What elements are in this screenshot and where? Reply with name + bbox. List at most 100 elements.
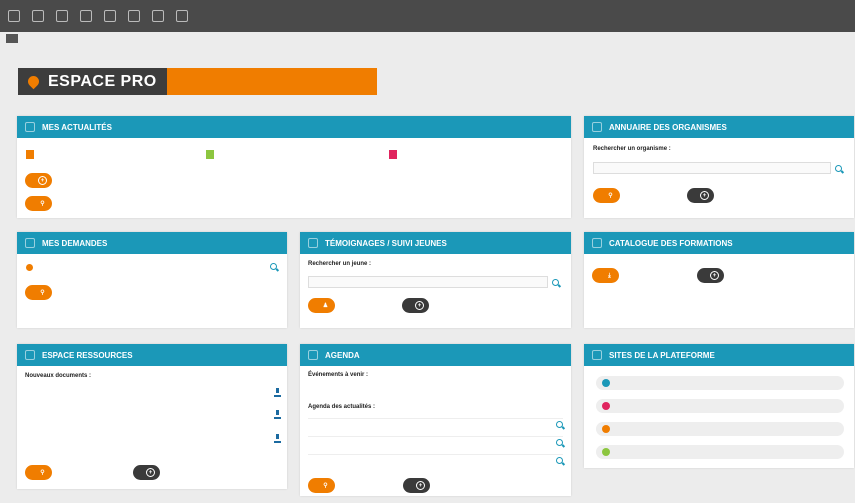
nav-item-4[interactable] [76, 0, 100, 32]
new-docs-heading: Nouveaux documents : [25, 373, 92, 379]
sites-header: SITES DE LA PLATEFORME [584, 344, 854, 366]
nav-item-8[interactable] [172, 0, 196, 32]
demande-status-icon [26, 264, 33, 271]
globe-icon [592, 350, 602, 360]
catalog-icon [592, 238, 602, 248]
actualites-card: MES ACTUALITÉS + ⚲ [17, 116, 571, 218]
status-badge-archivee [389, 150, 397, 159]
plus-icon: + [415, 301, 424, 310]
plus-icon: + [710, 271, 719, 280]
search-icon[interactable] [556, 457, 563, 464]
user-icon [176, 10, 188, 22]
folder-icon [25, 350, 35, 360]
all-actualites-button[interactable]: ⚲ [25, 196, 52, 211]
all-demandes-button[interactable]: ⚲ [25, 285, 52, 300]
add-doc-button[interactable]: + [133, 465, 160, 480]
demandes-card: MES DEMANDES ⚲ [17, 232, 287, 328]
card-title: MES DEMANDES [42, 238, 108, 248]
welcome-message [166, 68, 377, 95]
propose-formation-button[interactable]: + [697, 268, 724, 283]
depot-temoignage-button[interactable]: ♟ [308, 298, 335, 313]
site-link-guide[interactable] [596, 445, 844, 459]
search-icon: ⚲ [40, 469, 45, 476]
catalogue-header: CATALOGUE DES FORMATIONS [584, 232, 854, 254]
organisme-search-input[interactable] [593, 162, 831, 174]
agenda-news-item[interactable] [308, 418, 563, 429]
hero-banner: ESPACE PRO [18, 68, 377, 95]
search-icon[interactable] [556, 421, 563, 428]
espace-pro-logo: ESPACE PRO [18, 68, 167, 95]
book-open-icon [104, 10, 116, 22]
breadcrumb[interactable] [6, 34, 18, 43]
nav-item-2[interactable] [28, 0, 52, 32]
agenda-news-item[interactable] [308, 454, 563, 465]
folder-icon [56, 10, 68, 22]
site-icon [602, 425, 610, 433]
create-suivi-button[interactable]: + [402, 298, 429, 313]
search-icon: ⚲ [40, 200, 45, 207]
demandes-header: MES DEMANDES [17, 232, 287, 254]
search-icon: ⚲ [608, 192, 613, 199]
nav-item-3[interactable] [52, 0, 76, 32]
people-icon: ♟ [322, 302, 329, 309]
search-label: Rechercher un organisme : [593, 146, 671, 152]
top-navigation [0, 0, 855, 32]
news-label: Agenda des actualités : [308, 404, 376, 410]
news-icon [25, 122, 35, 132]
annuaire-card: ANNUAIRE DES ORGANISMES Rechercher un or… [584, 116, 854, 218]
ressources-card: ESPACE RESSOURCES Nouveaux documents : ⚲… [17, 344, 287, 489]
actualites-header: MES ACTUALITÉS [17, 116, 571, 138]
search-icon[interactable] [552, 279, 559, 286]
download-icon[interactable] [274, 410, 281, 419]
sites-card: SITES DE LA PLATEFORME [584, 344, 854, 468]
card-title: AGENDA [325, 350, 360, 360]
download-icon[interactable] [274, 434, 281, 443]
status-badge-brouillon [26, 150, 34, 159]
location-pin-icon [25, 73, 42, 90]
list-organismes-button[interactable]: ⚲ [593, 188, 620, 203]
search-icon: ⚲ [323, 482, 328, 489]
logo-text: ESPACE PRO [48, 72, 157, 90]
jeune-search-input[interactable] [308, 276, 548, 288]
add-actualite-button[interactable]: + [25, 173, 52, 188]
status-badge-en-ligne [206, 150, 214, 159]
card-title: ESPACE RESSOURCES [42, 350, 133, 360]
download-icon[interactable] [274, 388, 281, 397]
building-icon [592, 122, 602, 132]
add-event-button[interactable]: + [403, 478, 430, 493]
nav-item-6[interactable] [124, 0, 148, 32]
all-documents-button[interactable]: ⚲ [25, 465, 52, 480]
nav-item-1[interactable] [4, 0, 28, 32]
agenda-header: AGENDA [300, 344, 571, 366]
search-icon: ⚲ [40, 289, 45, 296]
grid-icon [8, 10, 20, 22]
site-icon [602, 379, 610, 387]
download-catalogue-button[interactable]: ⤓ [592, 268, 619, 283]
people-icon [80, 10, 92, 22]
agenda-news-item[interactable] [308, 436, 563, 447]
site-link-internet[interactable] [596, 376, 844, 390]
upcoming-label: Événements à venir : [308, 372, 369, 378]
site-link-partage[interactable] [596, 399, 844, 413]
book-icon [32, 10, 44, 22]
search-label: Rechercher un jeune : [308, 261, 372, 267]
search-icon[interactable] [270, 263, 277, 270]
plus-icon: + [146, 468, 155, 477]
plus-icon: + [700, 191, 709, 200]
agenda-access-button[interactable]: ⚲ [308, 478, 335, 493]
plus-icon: + [38, 176, 47, 185]
update-organisme-button[interactable]: + [687, 188, 714, 203]
site-icon [602, 402, 610, 410]
temoignages-header: TÉMOIGNAGES / SUIVI JEUNES [300, 232, 571, 254]
annuaire-header: ANNUAIRE DES ORGANISMES [584, 116, 854, 138]
site-link-espace-pro[interactable] [596, 422, 844, 436]
search-icon[interactable] [835, 165, 842, 172]
card-title: TÉMOIGNAGES / SUIVI JEUNES [325, 238, 447, 248]
plus-icon: + [416, 481, 425, 490]
search-icon[interactable] [556, 439, 563, 446]
card-title: MES ACTUALITÉS [42, 122, 112, 132]
nav-item-7[interactable] [148, 0, 172, 32]
calendar-icon [308, 350, 318, 360]
nav-item-5[interactable] [100, 0, 124, 32]
inbox-icon [25, 238, 35, 248]
